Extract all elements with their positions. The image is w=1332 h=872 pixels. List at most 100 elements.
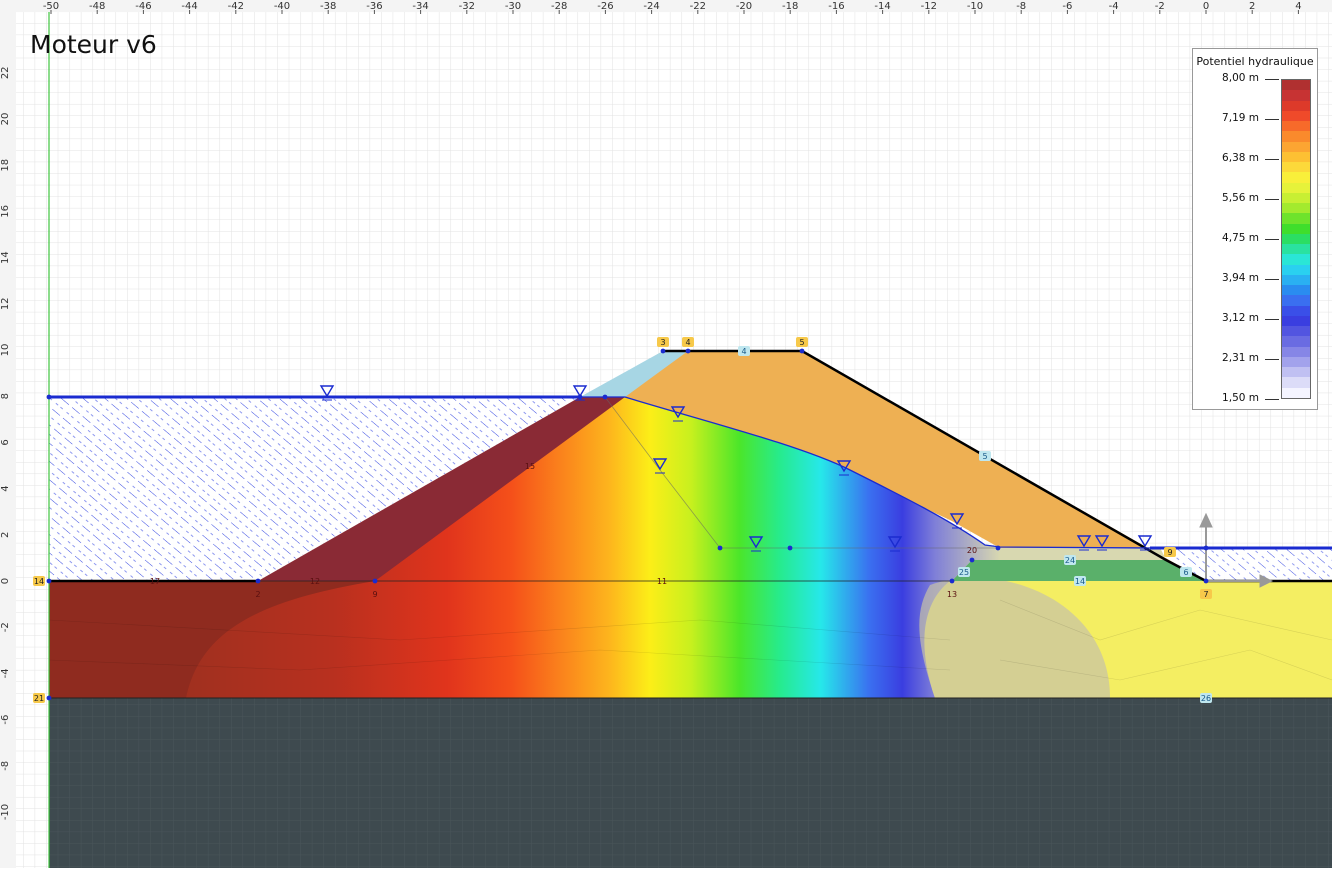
y-tick-label: 20 (0, 113, 11, 126)
legend-tick (1265, 159, 1279, 160)
legend-tick (1265, 359, 1279, 360)
legend-band (1282, 305, 1310, 317)
svg-text:9: 9 (372, 590, 377, 599)
legend-band (1282, 274, 1310, 286)
vertex-point[interactable] (787, 545, 793, 551)
bedrock-grid (49, 698, 1332, 868)
node-label[interactable]: 14 (1074, 576, 1086, 586)
node-label[interactable]: 21 (33, 693, 45, 703)
vertex-point[interactable] (660, 348, 666, 354)
legend-value-label: 7,19 m (1222, 112, 1259, 124)
y-tick-label: -2 (0, 622, 11, 632)
y-tick-label: -8 (0, 761, 11, 771)
node-label[interactable]: 4 (682, 337, 694, 347)
node-label[interactable]: 2 (255, 590, 260, 599)
svg-text:14: 14 (1075, 577, 1085, 586)
vertex-point[interactable] (577, 394, 583, 400)
legend-band (1282, 141, 1310, 153)
y-tick-label: 12 (0, 297, 11, 310)
svg-text:9: 9 (1167, 548, 1172, 557)
vertex-point[interactable] (1203, 578, 1209, 584)
legend-band (1282, 213, 1310, 225)
svg-text:4: 4 (741, 347, 746, 356)
node-label[interactable]: 6 (1180, 567, 1192, 577)
node-label[interactable]: 24 (1064, 555, 1076, 565)
legend-value-label: 3,12 m (1222, 312, 1259, 324)
vertex-point[interactable] (949, 578, 955, 584)
vertex-point[interactable] (685, 348, 691, 354)
legend-value-label: 8,00 m (1222, 72, 1259, 84)
legend-tick (1265, 199, 1279, 200)
vertex-point[interactable] (995, 545, 1001, 551)
legend-band (1282, 346, 1310, 358)
node-label[interactable]: 9 (1164, 547, 1176, 557)
y-tick-label: 6 (0, 439, 11, 445)
legend-tick (1265, 399, 1279, 400)
y-tick-label: 18 (0, 159, 11, 172)
node-label[interactable]: 12 (310, 577, 320, 586)
legend-band (1282, 151, 1310, 163)
node-label[interactable]: 5 (979, 451, 991, 461)
vertex-point[interactable] (602, 394, 608, 400)
vertex-point[interactable] (1203, 545, 1209, 551)
node-label[interactable]: 11 (657, 577, 667, 586)
node-label[interactable]: 17 (150, 577, 160, 586)
vertex-point[interactable] (46, 695, 52, 701)
vertex-point[interactable] (46, 394, 52, 400)
legend-band (1282, 336, 1310, 348)
y-tick-label: 2 (0, 532, 11, 538)
y-tick-label: 16 (0, 205, 11, 218)
y-tick-label: -10 (0, 804, 11, 820)
svg-text:20: 20 (967, 546, 977, 555)
vertex-point[interactable] (969, 557, 975, 563)
svg-text:12: 12 (310, 577, 320, 586)
legend-band (1282, 326, 1310, 337)
y-tick-label: 0 (0, 578, 11, 584)
legend-band (1282, 233, 1310, 245)
legend-tick (1265, 319, 1279, 320)
svg-text:21: 21 (34, 694, 44, 703)
model-canvas[interactable]: -50 -48 -46 -44 -42 -40 -38 -36 -34 -32 -30 -28 -26-… (0, 0, 1332, 868)
node-label[interactable]: 20 (967, 546, 977, 555)
model-view[interactable]: -50 -48 -46 -44 -42 -40 -38 -36 -34 -32 -30 -28 -26-… (0, 0, 1332, 868)
vertex-point[interactable] (799, 348, 805, 354)
svg-text:24: 24 (1065, 556, 1075, 565)
vertex-point[interactable] (46, 578, 52, 584)
svg-text:2: 2 (255, 590, 260, 599)
node-label[interactable]: 7 (1200, 589, 1212, 599)
vertex-point[interactable] (717, 545, 723, 551)
y-tick-label: -6 (0, 715, 11, 725)
node-label[interactable]: 25 (958, 567, 970, 577)
node-label[interactable]: 9 (372, 590, 377, 599)
svg-text:5: 5 (799, 338, 804, 347)
svg-text:7: 7 (1203, 590, 1208, 599)
node-label[interactable]: 13 (947, 590, 957, 599)
vertex-point[interactable] (372, 578, 378, 584)
node-label[interactable]: 5 (796, 337, 808, 347)
legend-value-label: 3,94 m (1222, 272, 1259, 284)
legend-band (1282, 244, 1310, 255)
node-label[interactable]: 15 (525, 462, 535, 471)
legend-title: Potentiel hydraulique (1196, 55, 1314, 68)
node-label[interactable]: 4 (738, 346, 750, 356)
legend-band (1282, 172, 1310, 184)
legend-tick (1265, 119, 1279, 120)
legend-band (1282, 264, 1310, 276)
legend-band (1282, 121, 1310, 132)
svg-text:17: 17 (150, 577, 160, 586)
legend-band (1282, 285, 1310, 296)
legend-tick (1265, 279, 1279, 280)
node-label[interactable]: 26 (1200, 693, 1212, 703)
legend-band (1282, 377, 1310, 389)
svg-text:14: 14 (34, 577, 44, 586)
node-label[interactable]: 3 (657, 337, 669, 347)
svg-text:4: 4 (685, 338, 690, 347)
node-label[interactable]: 14 (33, 576, 45, 586)
legend-band (1282, 110, 1310, 122)
legend-value-label: 1,50 m (1222, 392, 1259, 404)
legend-color-bar (1281, 79, 1311, 399)
vertex-point[interactable] (255, 578, 261, 584)
y-tick-label: 4 (0, 485, 11, 491)
potential-legend: Potentiel hydraulique 8,00 m 7,19 m 6,38 m… (1192, 48, 1318, 410)
legend-value-label: 2,31 m (1222, 352, 1259, 364)
